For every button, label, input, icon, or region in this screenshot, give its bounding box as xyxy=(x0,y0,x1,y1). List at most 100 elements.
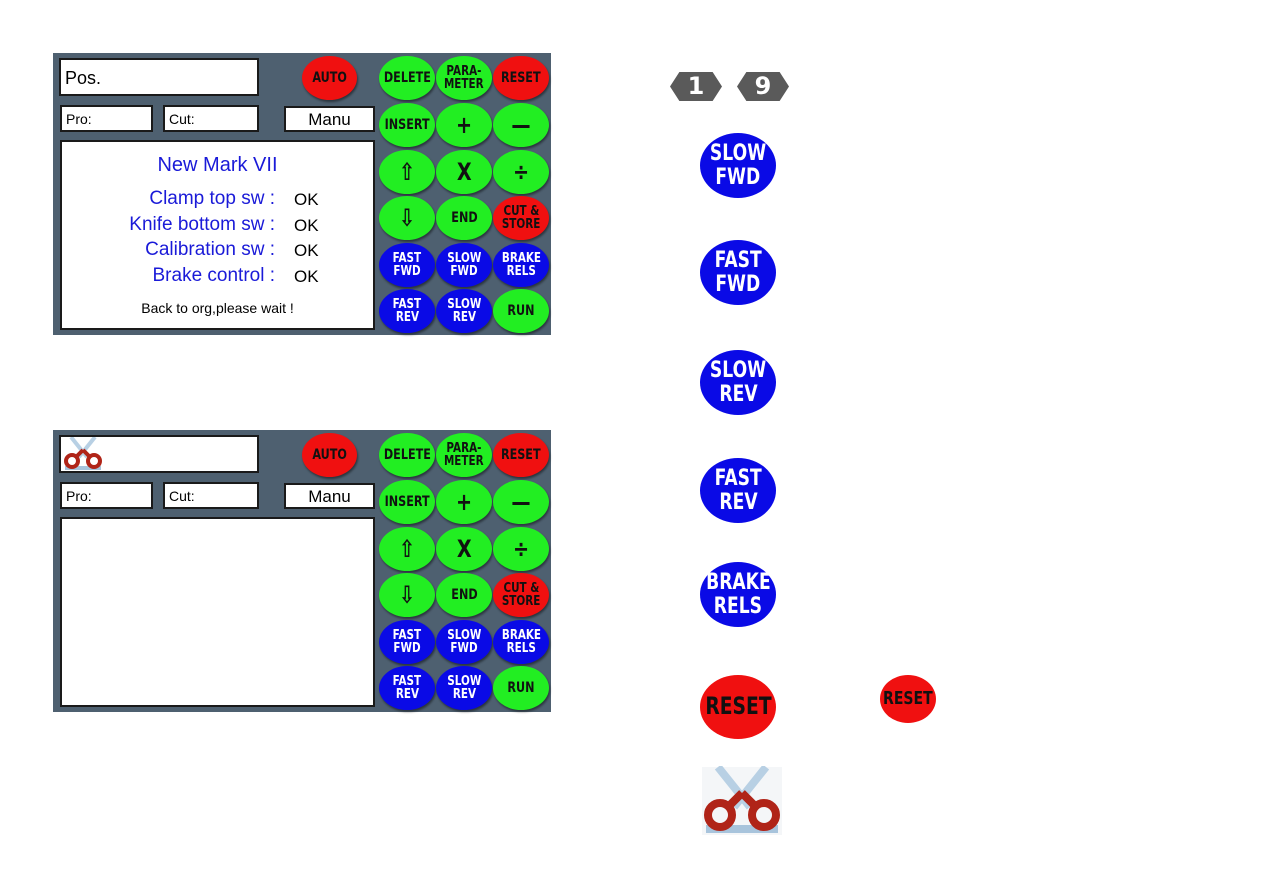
delete-button[interactable]: DELETE xyxy=(379,56,435,100)
position-display xyxy=(59,435,259,473)
button-label: RUN xyxy=(507,680,535,696)
mode-display: Manu xyxy=(284,106,375,132)
check-value: OK xyxy=(294,267,319,286)
button-label: ⇧ xyxy=(398,535,416,563)
cut-field[interactable]: Cut: xyxy=(163,105,259,132)
fast-rev-button[interactable]: FAST REV xyxy=(379,666,435,710)
fast-fwd-button[interactable]: FAST FWD xyxy=(379,243,435,287)
page-badge: 9 xyxy=(737,72,789,101)
fast-rev-button[interactable]: FAST REV xyxy=(379,289,435,333)
brake-rels-button[interactable]: BRAKE RELS xyxy=(493,243,549,287)
button-label: DELETE xyxy=(383,70,431,86)
button-label: END xyxy=(450,587,478,603)
button-label: RUN xyxy=(507,303,535,319)
button-label: FWD xyxy=(393,641,421,656)
button-label: — xyxy=(511,111,531,139)
up-arrow-button[interactable]: ⇧ xyxy=(379,150,435,194)
button-label: — xyxy=(511,488,531,516)
check-label: Knife bottom sw : xyxy=(129,214,275,235)
slow-fwd-button[interactable]: SLOW FWD xyxy=(436,620,492,664)
slow-fwd-button[interactable]: SLOW FWD xyxy=(436,243,492,287)
button-label: END xyxy=(450,210,478,226)
pro-label: Pro: xyxy=(66,111,92,127)
slow-rev-button[interactable]: SLOW REV xyxy=(436,289,492,333)
button-label: ÷ xyxy=(512,535,530,563)
end-button[interactable]: END xyxy=(436,196,492,240)
run-button[interactable]: RUN xyxy=(493,289,549,333)
check-value: OK xyxy=(294,216,319,235)
slow-fwd-button-icon: SLOW FWD xyxy=(700,133,776,198)
auto-button[interactable]: AUTO xyxy=(302,433,357,477)
button-label: DELETE xyxy=(383,447,431,463)
button-label: X xyxy=(456,158,472,186)
button-label: INSERT xyxy=(384,494,430,510)
machine-title: New Mark VII xyxy=(157,154,278,176)
parameter-button[interactable]: PARA- METER xyxy=(436,433,492,477)
button-label: STORE xyxy=(501,217,541,232)
plus-button[interactable]: + xyxy=(436,103,492,147)
down-arrow-button[interactable]: ⇩ xyxy=(379,196,435,240)
status-screen xyxy=(60,517,375,707)
program-field[interactable]: Pro: xyxy=(60,105,153,132)
divide-button[interactable]: ÷ xyxy=(493,527,549,571)
cut-store-button[interactable]: CUT & STORE xyxy=(493,196,549,240)
button-label: RELS xyxy=(506,264,536,279)
scissors-icon xyxy=(702,766,782,835)
reset-button[interactable]: RESET xyxy=(493,433,549,477)
multiply-button[interactable]: X xyxy=(436,150,492,194)
delete-button[interactable]: DELETE xyxy=(379,433,435,477)
down-arrow-button[interactable]: ⇩ xyxy=(379,573,435,617)
cut-field[interactable]: Cut: xyxy=(163,482,259,509)
button-label: ⇩ xyxy=(398,204,416,232)
button-label: RESET xyxy=(501,447,541,463)
control-panel-status: Pos. Pro: Cut: Manu New Mark VII Clamp t… xyxy=(53,53,551,335)
fast-fwd-button[interactable]: FAST FWD xyxy=(379,620,435,664)
brake-rels-button-icon: BRAKE RELS xyxy=(700,562,776,627)
insert-button[interactable]: INSERT xyxy=(379,103,435,147)
minus-button[interactable]: — xyxy=(493,480,549,524)
auto-button[interactable]: AUTO xyxy=(302,56,357,100)
parameter-button[interactable]: PARA- METER xyxy=(436,56,492,100)
cut-label: Cut: xyxy=(169,111,195,127)
slow-rev-button[interactable]: SLOW REV xyxy=(436,666,492,710)
fast-rev-button-icon: FAST REV xyxy=(700,458,776,523)
button-label: STORE xyxy=(501,594,541,609)
brake-rels-button[interactable]: BRAKE RELS xyxy=(493,620,549,664)
cut-store-button[interactable]: CUT & STORE xyxy=(493,573,549,617)
check-label: Brake control : xyxy=(152,265,276,286)
button-label: RELS xyxy=(506,641,536,656)
button-label: METER xyxy=(444,77,484,92)
button-label: X xyxy=(456,535,472,563)
button-label: RESET xyxy=(501,70,541,86)
program-field[interactable]: Pro: xyxy=(60,482,153,509)
multiply-button[interactable]: X xyxy=(436,527,492,571)
button-label: AUTO xyxy=(312,447,347,463)
check-label: Calibration sw : xyxy=(145,239,275,260)
scissors-icon xyxy=(64,437,102,470)
button-label: ÷ xyxy=(512,158,530,186)
button-label: + xyxy=(455,488,473,516)
button-label: REV xyxy=(395,310,419,325)
check-label: Clamp top sw : xyxy=(149,188,275,209)
button-label: REV xyxy=(452,687,476,702)
reset-button-small: RESET xyxy=(880,675,936,723)
end-button[interactable]: END xyxy=(436,573,492,617)
status-screen: New Mark VII Clamp top sw : OK Knife bott… xyxy=(60,140,375,330)
position-display: Pos. xyxy=(59,58,259,96)
button-label: ⇩ xyxy=(398,581,416,609)
minus-button[interactable]: — xyxy=(493,103,549,147)
insert-button[interactable]: INSERT xyxy=(379,480,435,524)
plus-button[interactable]: + xyxy=(436,480,492,524)
reset-button-large: RESET xyxy=(700,675,776,739)
up-arrow-button[interactable]: ⇧ xyxy=(379,527,435,571)
button-label: REV xyxy=(395,687,419,702)
check-value: OK xyxy=(294,241,319,260)
check-value: OK xyxy=(294,190,319,209)
cut-label: Cut: xyxy=(169,488,195,504)
reset-button[interactable]: RESET xyxy=(493,56,549,100)
run-button[interactable]: RUN xyxy=(493,666,549,710)
button-label: METER xyxy=(444,454,484,469)
pro-label: Pro: xyxy=(66,488,92,504)
divide-button[interactable]: ÷ xyxy=(493,150,549,194)
button-label: INSERT xyxy=(384,117,430,133)
